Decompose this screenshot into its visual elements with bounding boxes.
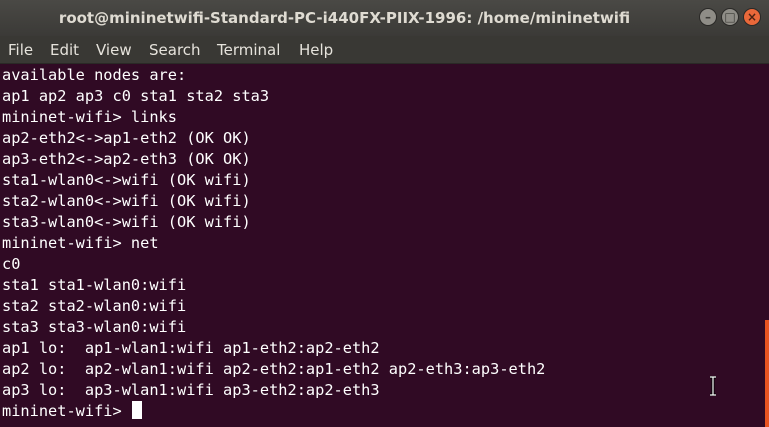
window-title: root@mininetwifi-Standard-PC-i440FX-PIIX… bbox=[58, 9, 631, 27]
terminal-output[interactable]: available nodes are: ap1 ap2 ap3 c0 sta1… bbox=[0, 64, 765, 427]
terminal-line: c0 bbox=[2, 255, 21, 273]
terminal-line: ap1 lo: ap1-wlan1:wifi ap1-eth2:ap2-eth2 bbox=[2, 339, 380, 357]
menu-bar: File Edit View Search Terminal Help bbox=[0, 36, 769, 64]
terminal-line: sta1 sta1-wlan0:wifi bbox=[2, 276, 187, 294]
menu-search[interactable]: Search bbox=[149, 36, 201, 64]
terminal-line: sta2 sta2-wlan0:wifi bbox=[2, 297, 187, 315]
menu-terminal[interactable]: Terminal bbox=[217, 36, 280, 64]
terminal-line: ap2-eth2<->ap1-eth2 (OK OK) bbox=[2, 129, 251, 147]
terminal-line: ap3 lo: ap3-wlan1:wifi ap3-eth2:ap2-eth3 bbox=[2, 381, 380, 399]
terminal-line: sta3-wlan0<->wifi (OK wifi) bbox=[2, 213, 251, 231]
terminal-line: mininet-wifi> links bbox=[2, 108, 177, 126]
maximize-button[interactable]: □ bbox=[721, 8, 739, 26]
terminal-line: ap3-eth2<->ap2-eth3 (OK OK) bbox=[2, 150, 251, 168]
minimize-button[interactable]: – bbox=[699, 8, 717, 26]
prompt-text: mininet-wifi> bbox=[2, 402, 131, 420]
terminal-line: ap1 ap2 ap3 c0 sta1 sta2 sta3 bbox=[2, 87, 270, 105]
scrollbar-thumb[interactable] bbox=[765, 320, 769, 427]
prompt-line[interactable]: mininet-wifi> bbox=[2, 401, 142, 422]
menu-view[interactable]: View bbox=[96, 36, 132, 64]
terminal-line: sta3 sta3-wlan0:wifi bbox=[2, 318, 187, 336]
menu-help[interactable]: Help bbox=[299, 36, 333, 64]
terminal-line: sta2-wlan0<->wifi (OK wifi) bbox=[2, 192, 251, 210]
close-button[interactable]: × bbox=[743, 8, 761, 26]
text-cursor bbox=[131, 401, 142, 419]
terminal-line: ap2 lo: ap2-wlan1:wifi ap2-eth2:ap1-eth2… bbox=[2, 360, 546, 378]
terminal-line: available nodes are: bbox=[2, 66, 187, 84]
menu-edit[interactable]: Edit bbox=[50, 36, 79, 64]
title-bar[interactable]: root@mininetwifi-Standard-PC-i440FX-PIIX… bbox=[0, 0, 769, 36]
terminal-line: mininet-wifi> net bbox=[2, 234, 159, 252]
ibeam-cursor-icon bbox=[710, 376, 716, 396]
terminal-line: sta1-wlan0<->wifi (OK wifi) bbox=[2, 171, 251, 189]
menu-file[interactable]: File bbox=[8, 36, 33, 64]
